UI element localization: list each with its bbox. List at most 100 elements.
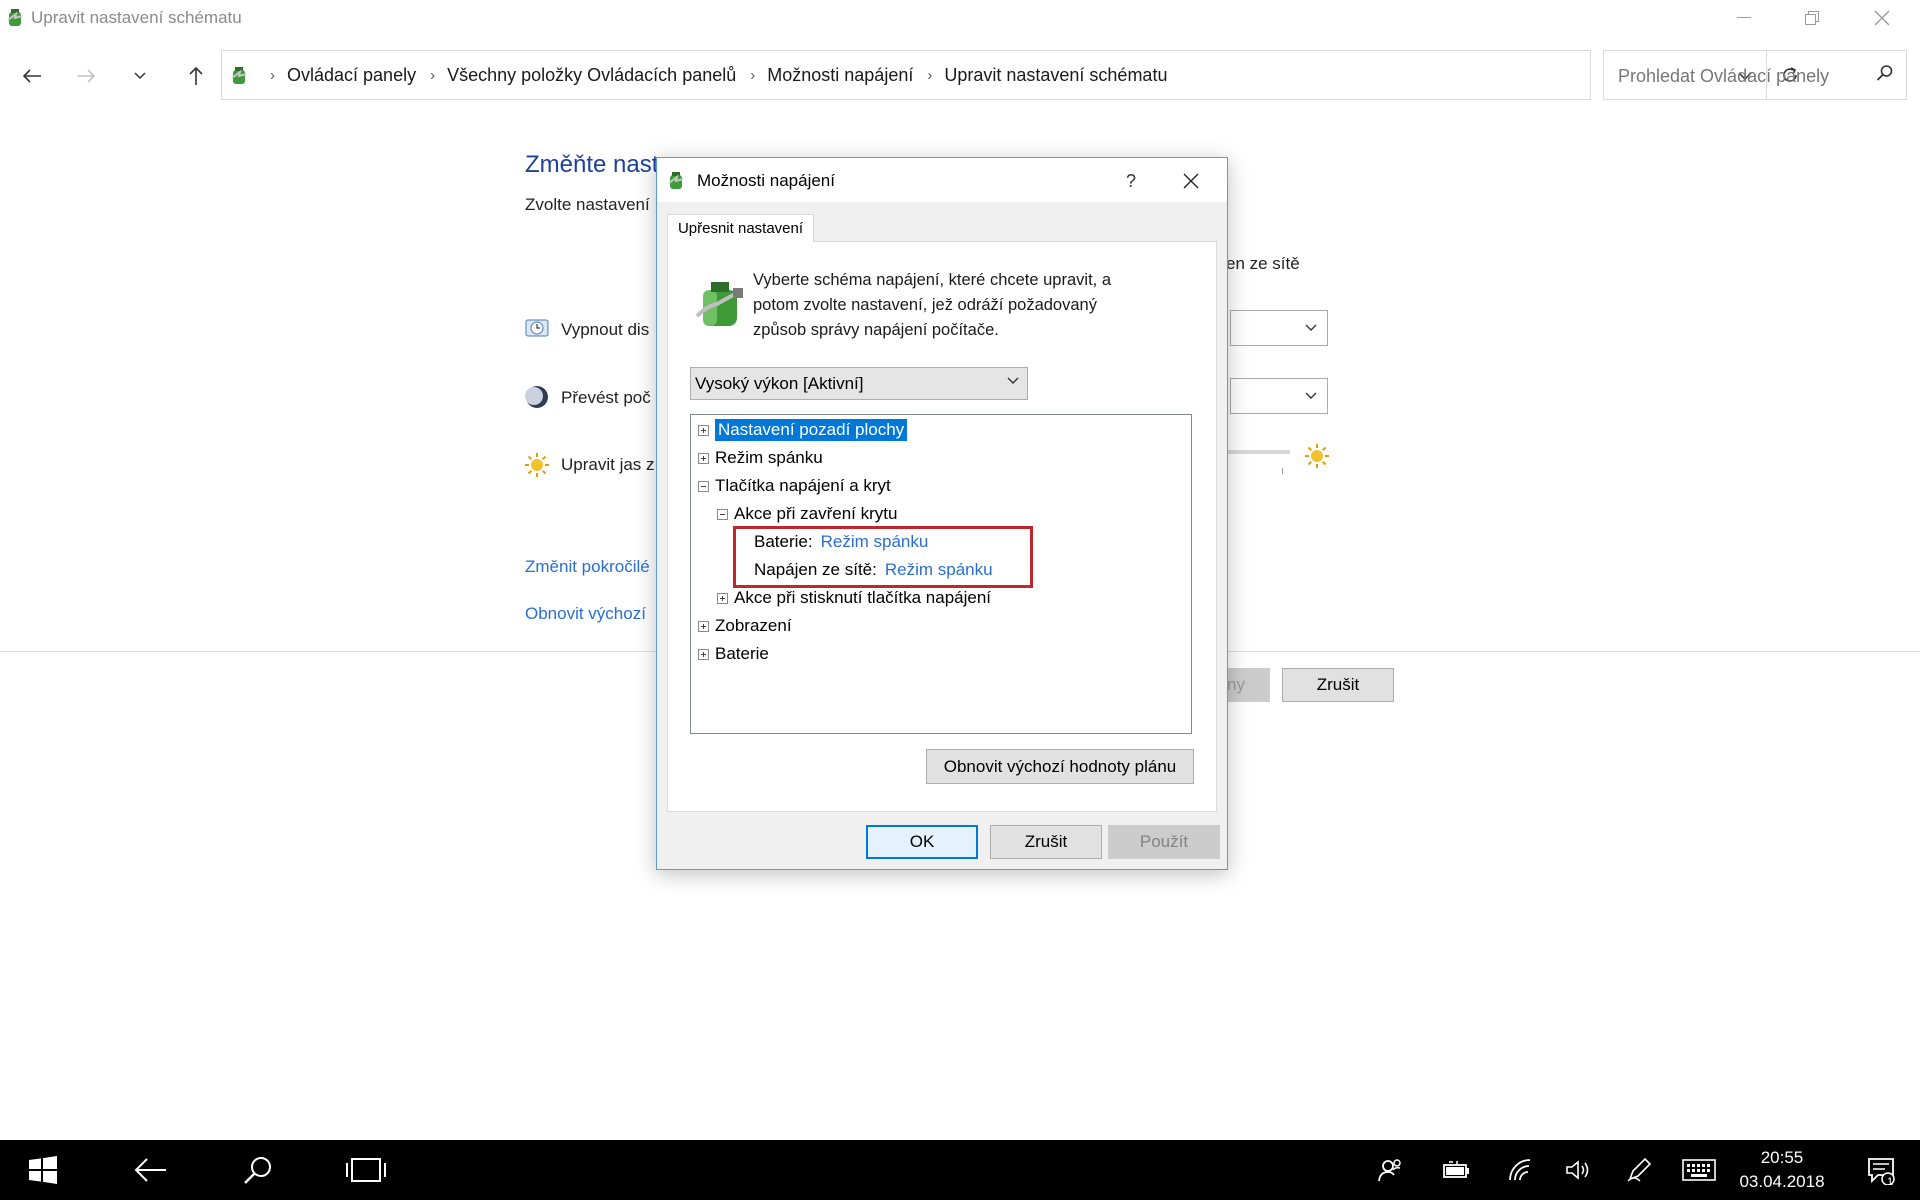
battery-status-button[interactable] [1436, 1140, 1478, 1200]
taskbar-clock[interactable]: 20:55 03.04.2018 [1730, 1146, 1834, 1194]
breadcrumb-separator[interactable]: › [927, 67, 932, 84]
page-title: Změňte nast [525, 151, 659, 178]
tree-item-desktop-background[interactable]: Nastavení pozadí plochy [698, 417, 908, 443]
taskbar-back-button[interactable] [122, 1140, 178, 1200]
task-view-button[interactable] [338, 1140, 394, 1200]
tree-label-lid-close[interactable]: Akce při zavření krytu [734, 504, 897, 524]
tree-label-desktop-background[interactable]: Nastavení pozadí plochy [715, 419, 908, 441]
ok-button[interactable]: OK [866, 825, 978, 859]
breadcrumb-edit-plan[interactable]: Upravit nastavení schématu [944, 65, 1167, 86]
cancel-button[interactable]: Zrušit [990, 825, 1102, 859]
lid-battery-label: Baterie: [754, 532, 813, 551]
tree-label-buttons-lid[interactable]: Tlačítka napájení a kryt [715, 476, 891, 496]
expand-icon[interactable] [698, 620, 709, 632]
breadcrumb-all-items[interactable]: Všechny položky Ovládacích panelů [447, 65, 736, 86]
collapse-icon[interactable] [698, 480, 709, 492]
network-button[interactable] [1498, 1140, 1540, 1200]
display-off-plugged-select[interactable] [1230, 310, 1328, 346]
advanced-settings-link[interactable]: Změnit pokročilé [525, 557, 650, 577]
start-button[interactable] [14, 1140, 72, 1200]
clock-date: 03.04.2018 [1739, 1172, 1825, 1191]
breadcrumb-control-panel[interactable]: Ovládací panely [287, 65, 416, 86]
breadcrumb-separator[interactable]: › [430, 67, 435, 84]
dialog-title: Možnosti napájení [697, 171, 835, 190]
tree-label-battery[interactable]: Baterie [715, 644, 769, 664]
pen-workspace-button[interactable] [1618, 1140, 1660, 1200]
expand-icon[interactable] [698, 452, 709, 464]
plugged-column-header: en ze sítě [1226, 254, 1300, 273]
back-button[interactable] [14, 58, 50, 94]
tree-item-sleep[interactable]: Režim spánku [698, 445, 823, 471]
touch-keyboard-button[interactable] [1676, 1140, 1722, 1200]
volume-icon [1566, 1160, 1589, 1180]
task-view-icon [346, 1158, 386, 1182]
power-plan-selected: Vysoký výkon [Aktivní] [695, 374, 864, 393]
action-center-button[interactable]: 1 [1856, 1140, 1906, 1200]
restore-button[interactable] [1784, 0, 1840, 36]
window-title: Upravit nastavení schématu [31, 8, 242, 27]
tree-item-lid-battery[interactable]: Baterie: Režim spánku [754, 529, 928, 555]
taskbar: 20:55 03.04.2018 1 [0, 1140, 1920, 1200]
help-icon: ? [1125, 170, 1136, 191]
tree-item-battery[interactable]: Baterie [698, 641, 769, 667]
settings-tree[interactable]: Nastavení pozadí plochy Režim spánku Tla… [690, 414, 1192, 734]
lid-battery-value[interactable]: Režim spánku [821, 532, 929, 552]
people-button[interactable] [1370, 1140, 1412, 1200]
display-off-icon [525, 319, 549, 337]
minimize-icon [1737, 17, 1751, 18]
minimize-button[interactable] [1716, 0, 1772, 36]
forward-button[interactable] [68, 58, 104, 94]
breadcrumb: › Ovládací panely › Všechny položky Ovlá… [270, 51, 1167, 99]
tree-label-power-button[interactable]: Akce při stisknutí tlačítka napájení [734, 588, 991, 608]
taskbar-search-button[interactable] [230, 1140, 286, 1200]
address-bar[interactable]: › Ovládací panely › Všechny položky Ovlá… [221, 50, 1797, 100]
search-icon[interactable] [1876, 64, 1894, 82]
close-window-button[interactable] [1854, 0, 1910, 36]
tree-item-display[interactable]: Zobrazení [698, 613, 792, 639]
recent-locations-button[interactable] [122, 58, 158, 94]
brightness-slider-track[interactable] [1228, 450, 1290, 454]
wifi-icon [1509, 1159, 1531, 1181]
recent-dropdown-icon [134, 72, 146, 80]
tree-item-lid-close[interactable]: Akce při zavření krytu [717, 501, 897, 527]
breadcrumb-separator[interactable]: › [270, 67, 275, 84]
power-options-icon [7, 9, 23, 26]
search-icon [244, 1157, 271, 1184]
expand-icon[interactable] [717, 592, 728, 604]
sleep-plugged-select[interactable] [1230, 378, 1328, 414]
power-plan-battery-icon [695, 282, 743, 326]
expand-icon[interactable] [698, 648, 709, 660]
restore-plan-defaults-button[interactable]: Obnovit výchozí hodnoty plánu [926, 749, 1194, 784]
search-box[interactable] [1603, 50, 1907, 100]
expand-icon[interactable] [698, 424, 709, 436]
forward-arrow-icon [77, 69, 96, 83]
tree-item-buttons-lid[interactable]: Tlačítka napájení a kryt [698, 473, 891, 499]
breadcrumb-separator[interactable]: › [750, 67, 755, 84]
power-plan-select[interactable]: Vysoký výkon [Aktivní] [690, 367, 1028, 400]
page-cancel-button[interactable]: Zrušit [1282, 668, 1394, 702]
chevron-down-icon [1007, 377, 1019, 384]
search-input[interactable] [1616, 63, 1860, 89]
lid-plugged-value[interactable]: Režim spánku [885, 560, 993, 580]
restore-defaults-link[interactable]: Obnovit výchozí [525, 604, 646, 624]
battery-icon [1443, 1161, 1469, 1178]
dialog-intro-text: Vyberte schéma napájení, které chcete up… [753, 271, 1112, 339]
volume-button[interactable] [1558, 1140, 1600, 1200]
tab-advanced-settings[interactable]: Upřesnit nastavení [667, 214, 814, 242]
tree-label-sleep[interactable]: Režim spánku [715, 448, 823, 468]
tree-item-power-button[interactable]: Akce při stisknutí tlačítka napájení [717, 585, 991, 611]
tree-label-display[interactable]: Zobrazení [715, 616, 792, 636]
tree-item-lid-plugged[interactable]: Napájen ze sítě: Režim spánku [754, 557, 993, 583]
help-button[interactable]: ? [1111, 166, 1151, 196]
breadcrumb-power-options[interactable]: Možnosti napájení [767, 65, 913, 86]
display-off-label: Vypnout dis [561, 320, 650, 339]
power-options-icon [231, 67, 247, 84]
apply-button[interactable]: Použít [1108, 825, 1220, 859]
brightness-sun-icon [525, 453, 549, 477]
back-arrow-icon [22, 69, 41, 83]
up-button[interactable] [178, 58, 214, 94]
collapse-icon[interactable] [717, 508, 728, 520]
dialog-titlebar: Možnosti napájení ? [657, 158, 1227, 202]
restore-icon [1805, 11, 1819, 25]
dialog-close-button[interactable] [1169, 166, 1213, 196]
